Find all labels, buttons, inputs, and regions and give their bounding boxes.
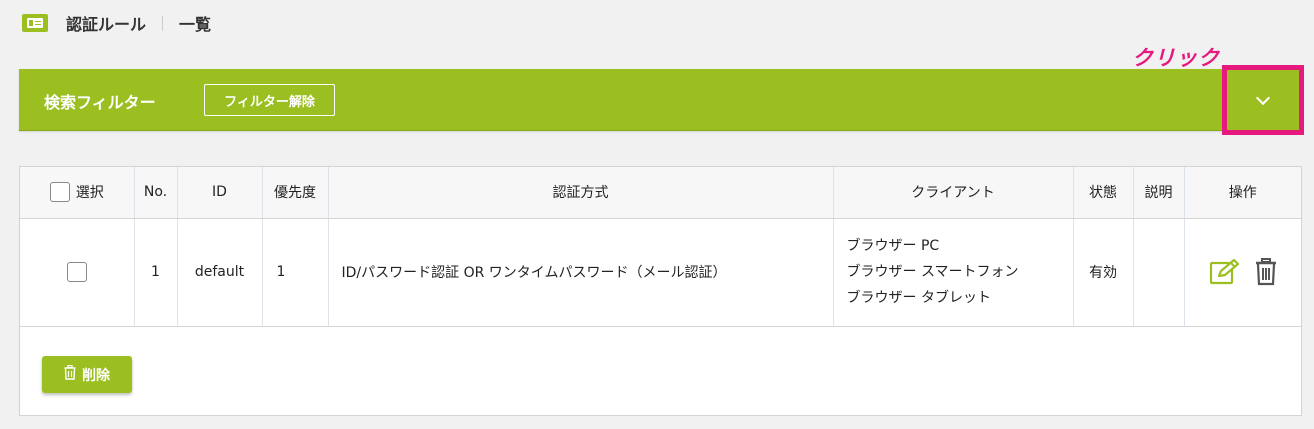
rules-table-panel: 選択 No. ID 優先度 認証方式 クライアント 状態 説明 操作 1 def… [19, 166, 1302, 416]
status-header: 状態 [1073, 167, 1134, 219]
select-all-header: 選択 [20, 167, 135, 219]
trash-icon [64, 364, 76, 384]
page-header: 認証ルール 一覧 [22, 12, 211, 34]
row-actions [1184, 218, 1301, 327]
row-status: 有効 [1073, 218, 1134, 327]
select-header-label: 選択 [75, 185, 104, 202]
auth-method-header: 認証方式 [328, 167, 834, 219]
page-subtitle: 一覧 [179, 15, 212, 34]
actions-header: 操作 [1184, 167, 1301, 219]
select-all-checkbox[interactable] [49, 182, 70, 203]
client-item: ブラウザー スマートフォン [846, 264, 1019, 280]
client-item: ブラウザー タブレット [846, 290, 991, 306]
page-title: 認証ルール [66, 15, 147, 34]
description-header: 説明 [1133, 167, 1185, 219]
row-description [1133, 218, 1185, 327]
row-no: 1 [134, 218, 178, 327]
row-clients: ブラウザー PC ブラウザー スマートフォン ブラウザー タブレット [833, 218, 1074, 327]
breadcrumb-divider [162, 15, 164, 31]
priority-header: 優先度 [262, 167, 329, 219]
row-checkbox[interactable] [66, 262, 87, 282]
table-header-row: 選択 No. ID 優先度 認証方式 クライアント 状態 説明 操作 [20, 167, 1301, 219]
no-header: No. [134, 167, 178, 219]
filter-title: 検索フィルター [44, 93, 156, 112]
delete-button[interactable]: 削除 [42, 356, 132, 393]
filter-toggle-button[interactable] [1222, 65, 1304, 135]
row-priority: 1 [262, 218, 329, 327]
id-card-icon [22, 14, 48, 32]
delete-button-label: 削除 [82, 367, 110, 384]
chevron-down-icon [1255, 90, 1271, 105]
search-filter-bar: 検索フィルター フィルター解除 [19, 69, 1302, 131]
rules-table: 選択 No. ID 優先度 認証方式 クライアント 状態 説明 操作 1 def… [20, 167, 1301, 327]
client-item: ブラウザー PC [846, 238, 940, 254]
row-select-cell [20, 218, 135, 327]
trash-icon[interactable] [1255, 258, 1277, 286]
id-header: ID [177, 167, 263, 219]
client-header: クライアント [833, 167, 1074, 219]
table-row: 1 default 1 ID/パスワード認証 OR ワンタイムパスワード（メール… [20, 218, 1301, 327]
row-id: default [177, 218, 263, 327]
edit-icon[interactable] [1209, 258, 1241, 286]
click-annotation: クリック [1132, 46, 1220, 70]
row-auth-method: ID/パスワード認証 OR ワンタイムパスワード（メール認証） [328, 218, 834, 327]
clear-filter-button[interactable]: フィルター解除 [204, 84, 335, 116]
